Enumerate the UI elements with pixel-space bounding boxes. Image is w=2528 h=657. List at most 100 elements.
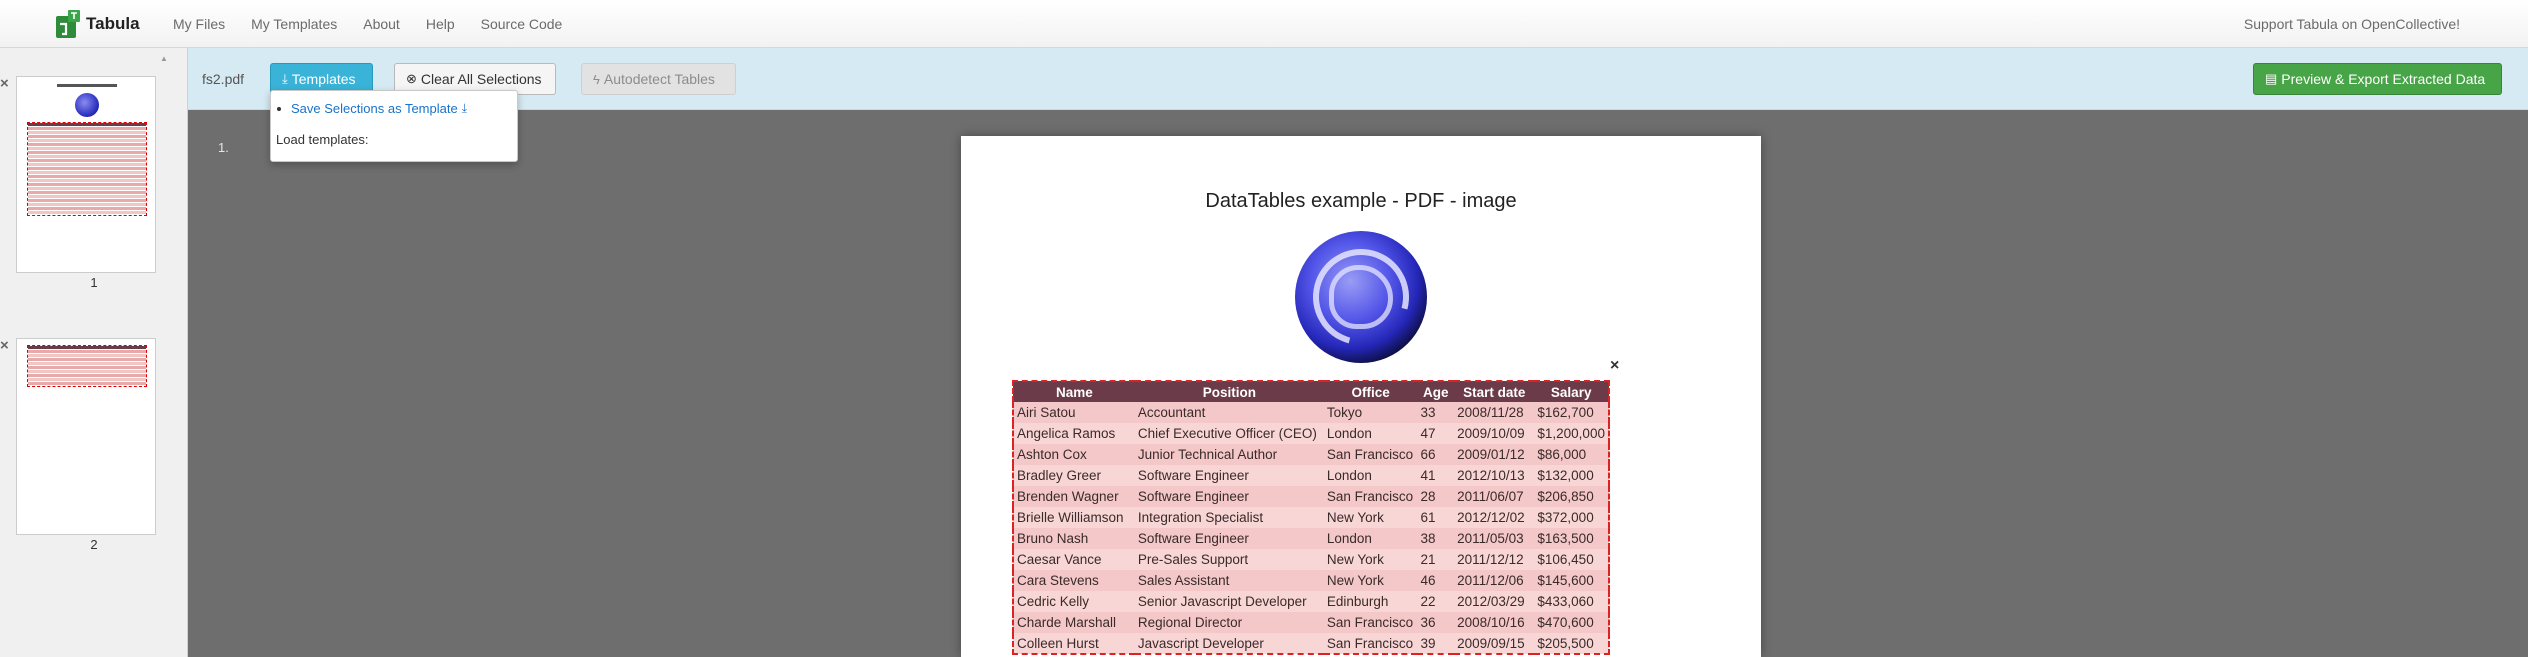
cell: Caesar Vance xyxy=(1013,549,1135,570)
remove-selection-icon[interactable]: × xyxy=(1610,358,1619,374)
table-row: Airi Satou Accountant Tokyo 33 2008/11/28 $16… xyxy=(1013,402,1609,423)
cell: 61 xyxy=(1417,507,1455,528)
header-name: Name xyxy=(1013,381,1135,402)
cell: 22 xyxy=(1417,591,1455,612)
save-template-link[interactable]: Save Selections as Template xyxy=(291,101,458,116)
cell: San Francisco xyxy=(1323,444,1418,465)
pdf-page-1[interactable]: DataTables example - PDF - image Name Po… xyxy=(961,136,1761,657)
cell: 28 xyxy=(1417,486,1455,507)
table-row: Brenden Wagner Software Engineer San Franc… xyxy=(1013,486,1609,507)
cell: Brenden Wagner xyxy=(1013,486,1135,507)
nav-source-code[interactable]: Source Code xyxy=(468,16,576,32)
cell: $206,850 xyxy=(1534,486,1609,507)
nav-help[interactable]: Help xyxy=(413,16,468,32)
cell: $433,060 xyxy=(1534,591,1609,612)
cell: Accountant xyxy=(1134,402,1324,423)
cell: New York xyxy=(1323,549,1418,570)
cell: Pre-Sales Support xyxy=(1134,549,1324,570)
table-row: Cedric Kelly Senior Javascript Developer E… xyxy=(1013,591,1609,612)
thumbnail-selection xyxy=(27,122,147,216)
header-start-date: Start date xyxy=(1454,381,1535,402)
top-navbar: Tabula My Files My Templates About Help … xyxy=(0,0,2528,48)
cell: $132,000 xyxy=(1534,465,1609,486)
cell: San Francisco xyxy=(1323,612,1418,633)
cell: Cara Stevens xyxy=(1013,570,1135,591)
cell: Chief Executive Officer (CEO) xyxy=(1134,423,1324,444)
cell: 39 xyxy=(1417,633,1455,654)
filename: fs2.pdf xyxy=(202,71,245,87)
nav-about[interactable]: About xyxy=(350,16,413,32)
page-thumbnails-sidebar[interactable]: ▲ × 1 × 2 xyxy=(0,48,188,657)
thumbnail-logo xyxy=(75,93,99,117)
cell: Charde Marshall xyxy=(1013,612,1135,633)
scroll-up-icon[interactable]: ▲ xyxy=(160,54,168,63)
cell: Bruno Nash xyxy=(1013,528,1135,549)
brand[interactable]: Tabula xyxy=(56,10,140,38)
header-office: Office xyxy=(1323,381,1418,402)
cell: 2011/12/06 xyxy=(1454,570,1535,591)
cell: $106,450 xyxy=(1534,549,1609,570)
document-logo xyxy=(1295,231,1427,363)
cell: $372,000 xyxy=(1534,507,1609,528)
autodetect-label: Autodetect Tables xyxy=(603,71,715,87)
table-row: Caesar Vance Pre-Sales Support New York 21 2… xyxy=(1013,549,1609,570)
cell: New York xyxy=(1323,570,1418,591)
table-row: Angelica Ramos Chief Executive Officer (C… xyxy=(1013,423,1609,444)
cell: Junior Technical Author xyxy=(1134,444,1324,465)
brand-name: Tabula xyxy=(86,14,140,33)
document-title: DataTables example - PDF - image xyxy=(1205,190,1517,212)
header-age: Age xyxy=(1417,381,1455,402)
cell: Javascript Developer xyxy=(1134,633,1324,654)
nav-my-templates[interactable]: My Templates xyxy=(238,16,350,32)
cell: 2009/09/15 xyxy=(1454,633,1535,654)
thumbnail-image[interactable] xyxy=(16,338,156,535)
header-position: Position xyxy=(1134,381,1324,402)
table-row: Cara Stevens Sales Assistant New York 46 201… xyxy=(1013,570,1609,591)
cell: 2012/12/02 xyxy=(1454,507,1535,528)
cell: $205,500 xyxy=(1534,633,1609,654)
table-row: Brielle Williamson Integration Specialist… xyxy=(1013,507,1609,528)
save-template-icon: ⤓ xyxy=(461,101,468,115)
remove-page-icon[interactable]: × xyxy=(0,338,9,353)
cell: Ashton Cox xyxy=(1013,444,1135,465)
cell: 2011/12/12 xyxy=(1454,549,1535,570)
table-icon: ▤ xyxy=(2265,71,2278,86)
cell: 33 xyxy=(1417,402,1455,423)
selected-table[interactable]: Name Position Office Age Start date Sala… xyxy=(1012,380,1610,655)
preview-export-button[interactable]: ▤ Preview & Export Extracted Data xyxy=(2253,63,2502,95)
cell: 2009/10/09 xyxy=(1454,423,1535,444)
thumbnail-image[interactable] xyxy=(16,76,156,273)
autodetect-tables-button[interactable]: ϟ Autodetect Tables xyxy=(581,63,736,95)
cell: $470,600 xyxy=(1534,612,1609,633)
cell: $1,200,000 xyxy=(1534,423,1609,444)
cell: Tokyo xyxy=(1323,402,1418,423)
cell: Cedric Kelly xyxy=(1013,591,1135,612)
toolbar: fs2.pdf ⤓ Templates ⊗ Clear All Selectio… xyxy=(188,48,2528,110)
support-link[interactable]: Support Tabula on OpenCollective! xyxy=(2244,0,2460,48)
cell: Regional Director xyxy=(1134,612,1324,633)
table-row: Colleen Hurst Javascript Developer San Fra… xyxy=(1013,633,1609,654)
table-row: Bradley Greer Software Engineer London 41 20… xyxy=(1013,465,1609,486)
nav-my-files[interactable]: My Files xyxy=(160,16,238,32)
cell: San Francisco xyxy=(1323,486,1418,507)
cell: London xyxy=(1323,528,1418,549)
nav-links: My Files My Templates About Help Source … xyxy=(160,0,575,48)
cell: 2008/11/28 xyxy=(1454,402,1535,423)
cell: Senior Javascript Developer xyxy=(1134,591,1324,612)
bullet xyxy=(277,106,281,111)
remove-page-icon[interactable]: × xyxy=(0,76,9,91)
cell: Software Engineer xyxy=(1134,486,1324,507)
cell: 2009/01/12 xyxy=(1454,444,1535,465)
cell: London xyxy=(1323,423,1418,444)
cell: $163,500 xyxy=(1534,528,1609,549)
cell: 47 xyxy=(1417,423,1455,444)
clear-label: Clear All Selections xyxy=(420,71,542,87)
thumbnail-title-line xyxy=(57,84,117,87)
lightning-icon: ϟ xyxy=(593,71,600,87)
save-template-item[interactable]: Save Selections as Template ⤓ xyxy=(277,101,467,116)
cell: 66 xyxy=(1417,444,1455,465)
cell: Angelica Ramos xyxy=(1013,423,1135,444)
cell: 2011/05/03 xyxy=(1454,528,1535,549)
cell: Edinburgh xyxy=(1323,591,1418,612)
cell: $145,600 xyxy=(1534,570,1609,591)
